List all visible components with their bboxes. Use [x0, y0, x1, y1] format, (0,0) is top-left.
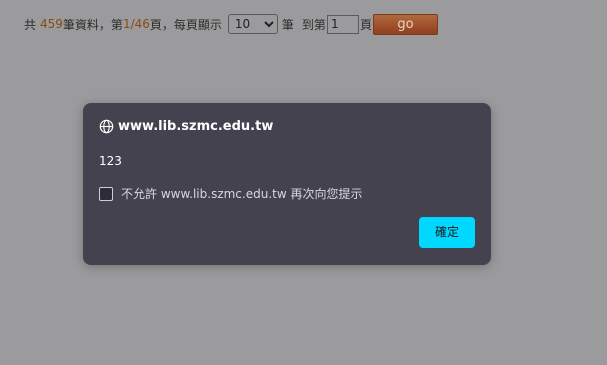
go-button[interactable]: go [372, 13, 438, 35]
goto-unit: 頁 [359, 17, 372, 32]
dialog-title: www.lib.szmc.edu.tw [99, 119, 273, 134]
per-page-unit: 筆 [281, 17, 294, 32]
page: 共 459 筆資料，第 1/46 頁，每頁顯示 10 筆 到第 頁 go www… [0, 0, 607, 365]
pager-prefix: 共 [24, 17, 37, 32]
goto-label: 到第 [301, 17, 326, 32]
per-page-select[interactable]: 10 [227, 14, 278, 34]
page-label: 頁，每頁顯示 [149, 17, 222, 32]
globe-icon [99, 119, 114, 134]
dialog-message: 123 [99, 154, 122, 168]
ok-button[interactable]: 確定 [419, 217, 475, 248]
suppress-checkbox[interactable] [99, 186, 113, 201]
pagination-bar: 共 459 筆資料，第 1/46 頁，每頁顯示 10 筆 到第 頁 go [24, 13, 438, 35]
dialog-origin: www.lib.szmc.edu.tw [118, 119, 274, 134]
goto-page-input[interactable] [326, 14, 359, 34]
alert-dialog: www.lib.szmc.edu.tw 123 不允許 www.lib.szmc… [83, 103, 491, 265]
current-page: 1/46 [122, 17, 150, 31]
suppress-prompts-option[interactable]: 不允許 www.lib.szmc.edu.tw 再次向您提示 [99, 185, 362, 202]
total-records: 459 [40, 17, 63, 31]
records-label: 筆資料，第 [62, 17, 123, 32]
suppress-label: 不允許 www.lib.szmc.edu.tw 再次向您提示 [121, 187, 363, 201]
